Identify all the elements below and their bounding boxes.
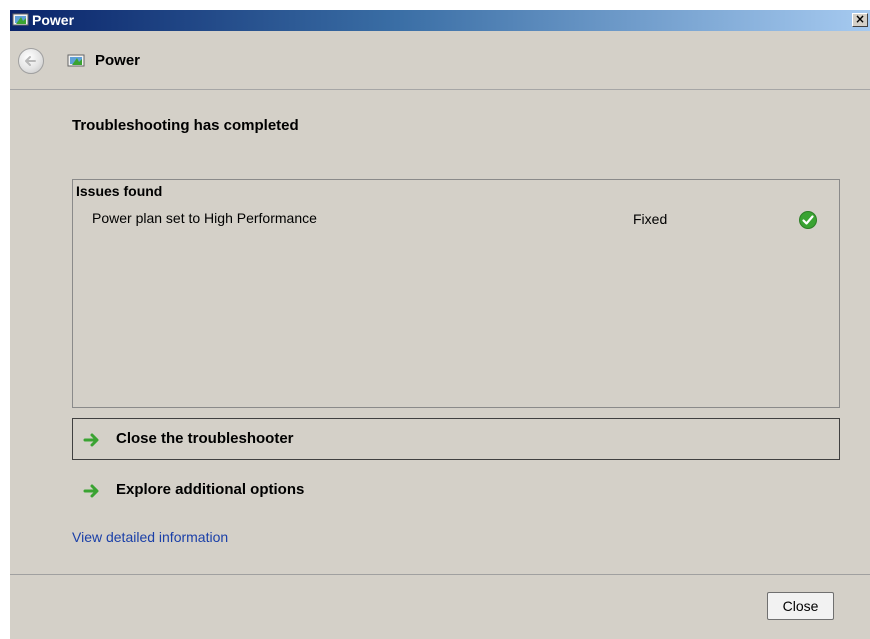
view-detailed-information-link[interactable]: View detailed information [72, 529, 228, 545]
green-check-icon [799, 211, 817, 229]
issues-found-panel: Issues found Power plan set to High Perf… [72, 179, 840, 408]
power-app-icon [12, 13, 29, 26]
explore-options-command[interactable]: Explore additional options [72, 469, 840, 511]
issues-header: Issues found [76, 183, 163, 199]
green-arrow-icon [83, 433, 99, 447]
close-icon[interactable]: × [852, 13, 868, 27]
close-troubleshooter-label: Close the troubleshooter [116, 430, 294, 447]
issue-status: Fixed [633, 211, 668, 227]
title-bar[interactable]: Power × [10, 10, 870, 31]
close-troubleshooter-command[interactable]: Close the troubleshooter [72, 418, 840, 460]
back-arrow-icon [25, 56, 36, 66]
troubleshooter-window: Power × Power Troubleshooting has comple… [10, 10, 870, 639]
power-icon [67, 54, 85, 67]
explore-options-label: Explore additional options [116, 481, 305, 498]
back-button[interactable] [18, 48, 44, 74]
green-arrow-icon [83, 484, 99, 498]
footer-bar: Close [10, 574, 870, 639]
navigation-bar: Power [10, 31, 870, 90]
close-button[interactable]: Close [767, 592, 834, 620]
nav-title: Power [95, 52, 141, 69]
issue-name: Power plan set to High Performance [92, 210, 317, 226]
window-title: Power [32, 12, 75, 28]
page-title: Troubleshooting has completed [72, 117, 299, 134]
issue-row: Power plan set to High Performance Fixed [73, 210, 839, 234]
